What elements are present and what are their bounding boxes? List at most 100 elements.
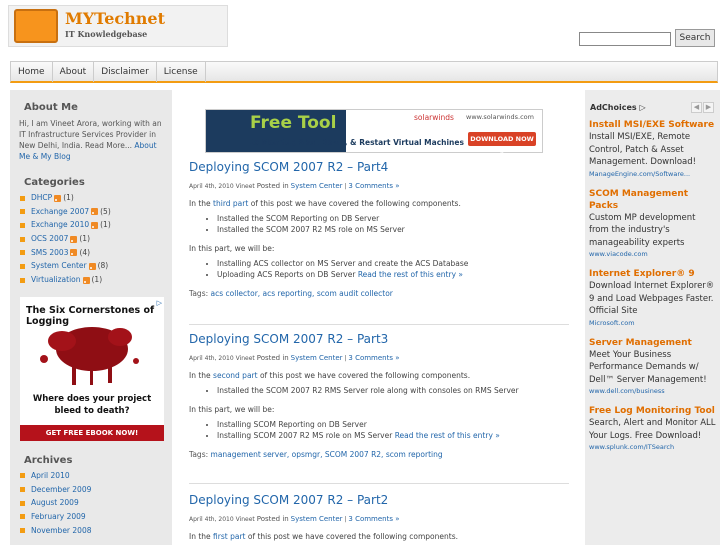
adchoices-icon: ▷: [639, 103, 646, 112]
posted-in-label: Posted in: [256, 354, 289, 362]
ad-url[interactable]: ManageEngine.com/Software...: [589, 169, 716, 179]
text-ad[interactable]: SCOM Management Packs Custom MP developm…: [585, 188, 720, 260]
ad-title[interactable]: Free Log Monitoring Tool: [589, 405, 716, 417]
bullet-icon: [20, 250, 25, 256]
text-ad[interactable]: Server Management Meet Your Business Per…: [585, 337, 720, 397]
nav-about[interactable]: About: [53, 62, 95, 82]
post-title[interactable]: Deploying SCOM 2007 R2 – Part3: [189, 332, 388, 346]
list-item: Installed the SCOM 2007 R2 MS role on MS…: [217, 224, 569, 235]
list-item: November 2008: [20, 524, 172, 538]
post-category-link[interactable]: System Center: [291, 354, 343, 362]
category-count: (1): [100, 220, 111, 230]
post-comments-link[interactable]: 3 Comments »: [348, 182, 399, 190]
bullet-icon: [20, 236, 25, 242]
ad-title[interactable]: Server Management: [589, 337, 716, 349]
archive-link[interactable]: December 2009: [31, 485, 91, 494]
main-content: Free Tool to Monitor, Shut Down, & Resta…: [180, 90, 577, 545]
ad-url[interactable]: www.viacode.com: [589, 249, 716, 259]
ad-url[interactable]: Microsoft.com: [589, 318, 716, 328]
archive-link[interactable]: August 2009: [31, 498, 79, 507]
post: Deploying SCOM 2007 R2 – Part3 April 4th…: [189, 332, 569, 459]
banner-url: www.solarwinds.com: [466, 113, 534, 121]
solarwinds-banner-ad[interactable]: Free Tool to Monitor, Shut Down, & Resta…: [205, 109, 543, 157]
read-more-link[interactable]: Read the rest of this entry »: [358, 270, 463, 279]
read-more-link[interactable]: Read the rest of this entry »: [395, 431, 500, 440]
banner-download-button[interactable]: DOWNLOAD NOW »: [468, 132, 536, 157]
list-item: DHCP (1): [20, 191, 172, 205]
next-arrow-icon[interactable]: ▶: [703, 102, 714, 113]
ad-title[interactable]: Internet Explorer® 9: [589, 268, 716, 280]
post-intro: In the second part of this post we have …: [189, 371, 471, 380]
nav-disclaimer[interactable]: Disclaimer: [94, 62, 157, 82]
list-item: OCS 2007 (1): [20, 232, 172, 246]
category-link[interactable]: Exchange 2010: [31, 220, 89, 229]
bullet-icon: [20, 209, 25, 215]
nav-license[interactable]: License: [157, 62, 206, 82]
rss-icon[interactable]: [91, 208, 99, 216]
categories-heading: Categories: [24, 177, 85, 188]
rss-icon[interactable]: [54, 194, 62, 202]
category-link[interactable]: SMS 2003: [31, 248, 68, 257]
list-item: Virtualization (1): [20, 273, 172, 287]
post-comments-link[interactable]: 3 Comments »: [348, 354, 399, 362]
prev-part-link[interactable]: first part: [213, 532, 245, 541]
archive-link[interactable]: February 2009: [31, 512, 86, 521]
category-count: (8): [97, 261, 109, 271]
post-title[interactable]: Deploying SCOM 2007 R2 – Part2: [189, 493, 388, 507]
category-link[interactable]: DHCP: [31, 193, 52, 202]
list-item: April 2010: [20, 469, 172, 483]
post-date: April 4th, 2010: [189, 355, 234, 362]
nav-home[interactable]: Home: [11, 62, 53, 82]
category-count: (1): [79, 234, 90, 244]
list-item: System Center (8): [20, 259, 172, 273]
rss-icon[interactable]: [91, 221, 99, 229]
ad-title[interactable]: Install MSI/EXE Software: [589, 119, 716, 131]
prev-part-link[interactable]: second part: [213, 371, 258, 380]
rss-icon[interactable]: [70, 235, 78, 243]
search-input[interactable]: [579, 32, 671, 46]
post-comments-link[interactable]: 3 Comments »: [348, 515, 399, 523]
main-nav: Home About Disclaimer License: [10, 61, 718, 83]
rss-icon[interactable]: [70, 249, 78, 257]
post-title[interactable]: Deploying SCOM 2007 R2 – Part4: [189, 160, 388, 174]
archives-heading: Archives: [24, 454, 73, 466]
ebook-cta-button[interactable]: GET FREE EBOOK NOW!: [20, 424, 164, 441]
prev-part-link[interactable]: third part: [213, 199, 248, 208]
site-logo[interactable]: MYTechnet IT Knowledgebase: [8, 5, 228, 47]
ad-url[interactable]: www.splunk.com/ITSearch: [589, 442, 716, 452]
bullet-icon: [20, 473, 25, 479]
post-category-link[interactable]: System Center: [291, 182, 343, 190]
archive-link[interactable]: April 2010: [31, 471, 70, 480]
text-ad[interactable]: Install MSI/EXE Software Install MSI/EXE…: [585, 119, 720, 179]
about-text: Hi, I am Vineet Arora, working with an I…: [19, 119, 162, 161]
rss-icon[interactable]: [88, 262, 96, 270]
post-category-link[interactable]: System Center: [291, 515, 343, 523]
tags-links[interactable]: acs collector, acs reporting, scom audit…: [211, 289, 393, 298]
category-link[interactable]: Virtualization: [31, 275, 81, 284]
category-link[interactable]: OCS 2007: [31, 234, 68, 243]
adchoices-icon[interactable]: ▷: [157, 299, 162, 307]
archive-link[interactable]: November 2008: [31, 526, 92, 535]
post-date: April 4th, 2010: [189, 516, 234, 523]
ad-url[interactable]: www.dell.com/business: [589, 386, 716, 396]
list-item: Installing SCOM 2007 R2 MS role on MS Se…: [217, 430, 569, 441]
text-ad[interactable]: Free Log Monitoring Tool Search, Alert a…: [585, 405, 720, 452]
tags-links[interactable]: management server, opsmgr, SCOM 2007 R2,…: [211, 450, 443, 459]
ad-title[interactable]: SCOM Management Packs: [589, 188, 716, 212]
post-divider: [189, 483, 569, 484]
ebook-ad[interactable]: ▷ The Six Cornerstones of Logging Where …: [20, 296, 164, 441]
category-count: (1): [91, 275, 103, 285]
category-link[interactable]: Exchange 2007: [31, 207, 89, 216]
list-item: SMS 2003 (4): [20, 246, 172, 260]
search-button[interactable]: Search: [675, 29, 715, 47]
rss-icon[interactable]: [82, 276, 90, 284]
list-item: Uploading ACS Reports on DB Server Read …: [217, 269, 569, 280]
covered-list: Installed the SCOM Reporting on DB Serve…: [189, 213, 569, 235]
category-link[interactable]: System Center: [31, 261, 87, 270]
banner-title: Free Tool: [250, 113, 337, 133]
prev-arrow-icon[interactable]: ◀: [691, 102, 702, 113]
post: Deploying SCOM 2007 R2 – Part4 April 4th…: [189, 160, 569, 298]
post-tags: Tags: management server, opsmgr, SCOM 20…: [189, 450, 443, 459]
logo-icon: [14, 9, 58, 43]
text-ad[interactable]: Internet Explorer® 9 Download Internet E…: [585, 268, 720, 328]
